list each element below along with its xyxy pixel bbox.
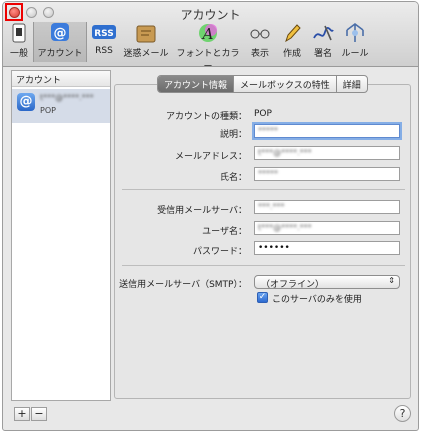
svg-text:A: A (201, 25, 214, 43)
at-icon: @ (17, 93, 35, 111)
toolbar-general[interactable]: 一般 (7, 22, 31, 62)
toolbar-rss-label: RSS (95, 46, 113, 56)
email-value: t***@****.*** (258, 148, 312, 157)
account-list-item[interactable]: @ t***@****.*** POP (12, 89, 110, 123)
toolbar-signatures[interactable]: 署名 (310, 22, 336, 62)
email-label: メールアドレス： (174, 152, 247, 162)
title-bar: アカウント 一般 @ アカウント RSS RSS 迷惑メール A フォントとカラ… (3, 2, 418, 72)
section-divider (122, 265, 405, 266)
account-type-value: POP (254, 109, 272, 119)
toolbar-viewing-label: 表示 (250, 49, 269, 59)
pencil-icon (285, 24, 301, 43)
toolbar-general-label: 一般 (9, 49, 28, 59)
full-name-label: 氏名： (219, 173, 247, 183)
toolbar-rules[interactable]: ルール (341, 22, 369, 62)
toolbar-junk-mail[interactable]: 迷惑メール (122, 22, 170, 62)
toolbar-fonts-colors[interactable]: A フォントとカラー (173, 22, 243, 72)
toolbar-fonts-colors-label: フォントとカラー (176, 49, 240, 72)
tab-bar: アカウント情報 メールボックスの特性 詳細 (157, 75, 368, 93)
smtp-only-checkbox[interactable]: ✓ (257, 292, 268, 303)
at-icon: @ (51, 23, 69, 41)
tab-mailbox-behaviors[interactable]: メールボックスの特性 (234, 76, 337, 92)
help-button[interactable]: ? (394, 405, 411, 422)
full-name-value: ***** (258, 169, 278, 178)
toolbar-composing-label: 作成 (282, 49, 301, 59)
email-field[interactable]: t***@****.*** (254, 146, 400, 160)
accounts-list-header: アカウント (12, 71, 110, 87)
toolbar-composing[interactable]: 作成 (279, 22, 305, 62)
window-title: アカウント (180, 8, 241, 22)
smtp-server-value: （オフライン） (261, 280, 325, 290)
toolbar-junk-mail-label: 迷惑メール (123, 49, 169, 59)
username-field[interactable]: t***@****.*** (254, 221, 400, 235)
toolbar-rules-label: ルール (341, 49, 369, 59)
incoming-server-label: 受信用メールサーバ： (157, 206, 247, 216)
username-label: ユーザ名： (202, 227, 247, 237)
password-field[interactable]: •••••• (254, 241, 400, 255)
section-divider (122, 189, 405, 190)
toolbar-accounts-label: アカウント (37, 49, 83, 59)
username-value: t***@****.*** (258, 223, 312, 232)
tab-advanced[interactable]: 詳細 (337, 76, 367, 92)
updown-arrows-icon: ⇕ (388, 276, 395, 285)
incoming-server-field[interactable]: ***.*** (254, 200, 400, 214)
password-label: パスワード： (192, 247, 247, 257)
full-name-field[interactable]: ***** (254, 167, 400, 181)
smtp-server-select[interactable]: （オフライン） ⇕ (254, 275, 400, 290)
rules-icon (346, 23, 364, 42)
smtp-server-label: 送信用メールサーバ（SMTP）： (119, 280, 247, 290)
remove-account-button[interactable]: − (31, 407, 47, 421)
glasses-icon (250, 29, 270, 39)
account-type: POP (40, 106, 56, 115)
description-label: 説明： (219, 130, 247, 140)
signature-icon (313, 25, 334, 41)
description-field[interactable]: ***** (254, 124, 400, 138)
account-name: t***@****.*** (40, 93, 94, 102)
toolbar-accounts[interactable]: @ アカウント (33, 22, 87, 62)
toolbar-viewing[interactable]: 表示 (247, 22, 273, 62)
switch-icon (12, 23, 26, 43)
svg-text:RSS: RSS (94, 29, 114, 39)
accounts-list: アカウント @ t***@****.*** POP (11, 70, 111, 401)
description-value: ***** (258, 126, 278, 135)
font-color-icon: A (199, 24, 217, 43)
account-type-label: アカウントの種類： (165, 112, 247, 122)
rss-icon: RSS (92, 25, 116, 39)
tab-account-info[interactable]: アカウント情報 (158, 76, 235, 92)
add-account-button[interactable]: + (14, 407, 30, 421)
junk-mail-icon (136, 25, 156, 43)
toolbar-rss[interactable]: RSS RSS (89, 22, 119, 62)
toolbar-signatures-label: 署名 (313, 49, 332, 59)
smtp-only-label: このサーバのみを使用 (272, 295, 362, 305)
svg-text:@: @ (54, 26, 67, 41)
incoming-server-value: ***.*** (258, 202, 285, 211)
